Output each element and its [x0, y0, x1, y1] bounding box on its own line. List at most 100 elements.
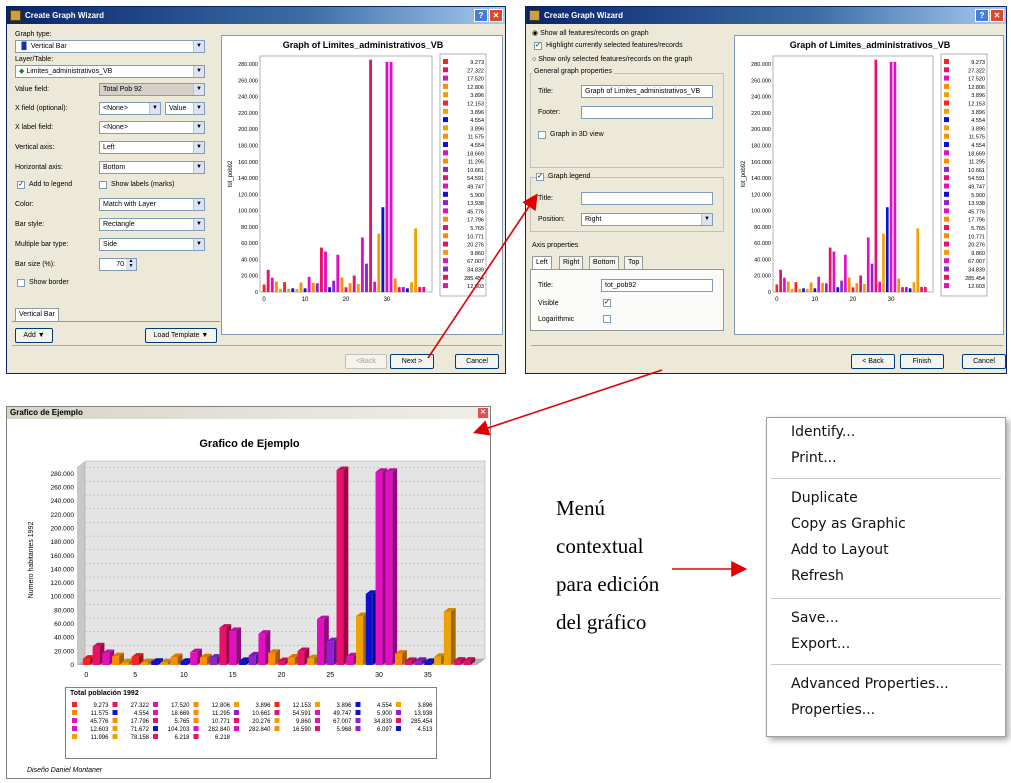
bar-front — [92, 646, 100, 665]
value-field-select[interactable]: Total Pob 92 ▼ — [99, 83, 205, 96]
legend-label: 4.554 — [377, 703, 393, 709]
tab-top[interactable]: Top — [624, 256, 644, 269]
y-tick-label: 20.000 — [54, 648, 74, 655]
legend-swatch — [944, 125, 949, 131]
show-labels-checkbox[interactable] — [99, 181, 107, 189]
legend-label: 12.603 — [90, 727, 109, 733]
legend-swatch — [443, 83, 448, 89]
legend-label: 4.513 — [417, 727, 433, 733]
wizard-step1-titlebar[interactable]: Create Graph Wizard ? ✕ — [7, 7, 505, 24]
haxis-select[interactable]: Bottom ▼ — [99, 161, 205, 174]
add-legend-checkbox[interactable]: ✓ — [17, 181, 25, 189]
menu-item-copy-graphic[interactable]: Copy as Graphic — [791, 516, 906, 532]
spinner-arrows-icon[interactable]: ▲ ▼ — [126, 259, 136, 270]
multibar-select[interactable]: Side ▼ — [99, 238, 205, 251]
bar-front — [131, 656, 139, 665]
bar — [805, 288, 809, 292]
bar-side — [392, 468, 398, 665]
legend-label: 9.860 — [971, 251, 985, 257]
legend-label: 18.669 — [171, 711, 190, 717]
result-titlebar[interactable]: Grafico de Ejemplo ✕ — [7, 407, 490, 419]
color-select[interactable]: Match with Layer ▼ — [99, 198, 205, 211]
menu-item-identify[interactable]: Identify... — [791, 424, 855, 440]
menu-item-add-layout[interactable]: Add to Layout — [791, 542, 889, 558]
legend-swatch — [443, 142, 448, 147]
title-input[interactable]: Graph of Limites_administrativos_VB — [581, 85, 713, 98]
cancel-button[interactable]: Cancel — [455, 354, 499, 369]
legend-swatch — [355, 718, 361, 723]
legend-label: 10.771 — [968, 234, 985, 240]
legend-label: 12.603 — [968, 284, 985, 290]
show-border-checkbox[interactable] — [17, 279, 25, 287]
legend-checkbox[interactable]: ✓ — [536, 173, 544, 181]
load-template-button[interactable]: Load Template ▼ — [145, 328, 217, 343]
back-button[interactable]: <Back — [345, 354, 387, 369]
wizard-step2-titlebar[interactable]: Create Graph Wizard ? ✕ — [526, 7, 1006, 24]
xfield-select[interactable]: <None> ▼ — [99, 102, 161, 115]
y-axis-label: Numero habitantes 1992 — [28, 522, 35, 599]
xlabel-select[interactable]: <None> ▼ — [99, 121, 205, 134]
legend-label: 10.661 — [467, 168, 484, 174]
bar — [422, 286, 426, 292]
bar — [303, 288, 307, 292]
legend-label: 27.322 — [467, 68, 484, 74]
close-button[interactable]: ✕ — [489, 9, 503, 22]
footer-input[interactable] — [581, 106, 713, 119]
legend-label: 11.295 — [212, 711, 231, 717]
bar — [775, 284, 779, 292]
legend-swatch — [944, 258, 949, 264]
legend-title-input[interactable] — [581, 192, 713, 205]
finish-button[interactable]: Finish — [900, 354, 944, 369]
axis-title-input[interactable]: tot_pob92 — [601, 279, 713, 292]
menu-item-save[interactable]: Save... — [791, 610, 839, 626]
legend-swatch — [355, 726, 361, 731]
add-series-button[interactable]: Add ▼ — [15, 328, 53, 343]
tab-left[interactable]: Left — [532, 256, 552, 269]
close-icon[interactable]: ✕ — [478, 408, 488, 418]
legend-label: 285.454 — [965, 276, 985, 282]
barsize-spinner[interactable]: 70 ▲ ▼ — [99, 258, 137, 271]
window-title: Create Graph Wizard — [544, 11, 624, 20]
bar — [798, 288, 801, 292]
menu-item-print[interactable]: Print... — [791, 450, 837, 466]
preview-chart-panel-2: Graph of Limites_administrativos_VB 0 20.… — [734, 35, 1004, 335]
bar-chart-icon: ▐▌ — [19, 43, 31, 50]
radio-show-all[interactable]: ◉ Show all features/records on graph — [532, 29, 649, 37]
menu-item-export[interactable]: Export... — [791, 636, 850, 652]
highlight-checkbox[interactable]: ✓ — [534, 42, 542, 50]
result-3d-bar-chart: 0 20.000 40.000 60.000 80.000 100.000 120.000 1… — [28, 460, 486, 679]
radio-show-selected[interactable]: ○ Show only selected features/records on… — [532, 56, 692, 63]
help-button[interactable]: ? — [474, 9, 488, 22]
legend-swatch — [443, 225, 448, 230]
tab-vertical-bar[interactable]: Vertical Bar — [15, 308, 59, 321]
barstyle-select[interactable]: Rectangle ▼ — [99, 218, 205, 231]
cancel-button[interactable]: Cancel — [962, 354, 1006, 369]
xfield-value-select[interactable]: Value ▼ — [165, 102, 205, 115]
tab-bottom[interactable]: Bottom — [589, 256, 620, 269]
legend-label: 27.322 — [968, 68, 985, 74]
legend-label: 5.765 — [971, 226, 985, 232]
legend-label: 3.896 — [470, 93, 484, 99]
menu-item-duplicate[interactable]: Duplicate — [791, 490, 858, 506]
close-button[interactable]: ✕ — [990, 9, 1004, 22]
bar — [336, 254, 340, 292]
menu-item-advanced-properties[interactable]: Advanced Properties... — [791, 676, 949, 692]
back-button[interactable]: < Back — [851, 354, 895, 369]
graph3d-checkbox[interactable] — [538, 131, 546, 139]
layer-select[interactable]: ◆ Limites_administrativos_VB ▼ — [15, 65, 205, 78]
vaxis-select[interactable]: Left ▼ — [99, 141, 205, 154]
next-button[interactable]: Next > — [390, 354, 434, 369]
menu-item-refresh[interactable]: Refresh — [791, 568, 844, 584]
log-checkbox[interactable] — [603, 315, 611, 323]
visible-checkbox[interactable]: ✓ — [603, 299, 611, 307]
bar — [916, 228, 920, 292]
y-tick-label: 260.000 — [51, 484, 75, 491]
legend-label: 3.896 — [336, 703, 352, 709]
help-button[interactable]: ? — [975, 9, 989, 22]
legend-swatch — [112, 718, 118, 723]
x-tick-label: 0 — [262, 297, 266, 303]
menu-item-properties[interactable]: Properties... — [791, 702, 875, 718]
graph-type-select[interactable]: ▐▌ Vertical Bar ▼ — [15, 40, 205, 53]
tab-right[interactable]: Right — [559, 256, 584, 269]
position-select[interactable]: Right ▼ — [581, 213, 713, 226]
